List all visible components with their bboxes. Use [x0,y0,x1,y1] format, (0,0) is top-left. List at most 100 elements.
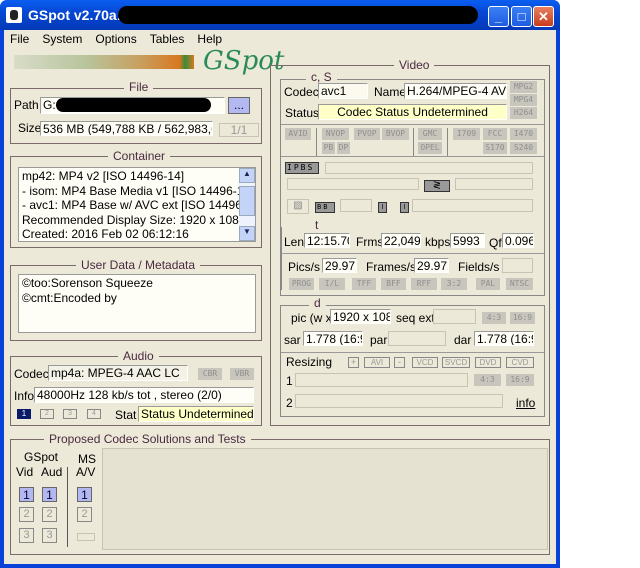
dar-field: 1.778 (16:9) [474,331,534,346]
il-flag: I/L [319,278,345,290]
resize-row-2-field [295,394,503,408]
bff-flag: BFF [381,278,406,290]
menu-system[interactable]: System [42,32,82,46]
resize-cvd-button[interactable]: CVD [506,357,534,368]
mpg4-flag: MPG4 [510,94,537,106]
gspot-label: GSpot [24,450,59,464]
container-info-list[interactable]: mp42: MP4 v2 [ISO 14496-14] - isom: MP4 … [18,167,256,242]
window-title: GSpot v2.70a: [28,7,122,23]
bvop-flag: BVOP [382,128,409,140]
av-label: A/V [76,465,96,479]
pal-flag: PAL [476,278,500,290]
image-icon[interactable]: ▨ [287,199,309,214]
userdata-group-label: User Data / Metadata [76,258,201,272]
title-bar[interactable]: GSpot v2.70a: _ □ ✕ [0,0,560,30]
menu-options[interactable]: Options [95,32,136,46]
audio-stream-2[interactable]: 2 [40,409,54,419]
frames-label: Frames/s [366,260,417,274]
list-item: - avc1: MP4 Base w/ AVC ext [ISO 14496-1… [22,198,256,212]
scrollbar[interactable]: ▲ ▼ [239,168,255,241]
gmc-flag: GMC [418,128,442,140]
maximize-button[interactable]: □ [511,6,532,27]
avid-flag: AVID [285,128,311,140]
video-codec-field: avc1 [318,83,368,99]
gspot-aud-2-button[interactable]: 2 [42,507,57,522]
prog-flag: PROG [289,278,314,290]
kbps-label: kbps [425,235,451,249]
s170-flag: S170 [483,142,507,154]
info-link[interactable]: info [516,396,535,410]
audio-codec-field: mp4a: MPEG-4 AAC LC [48,365,188,381]
vbr-flag: VBR [230,368,254,380]
split-icon: ≷ [424,180,450,192]
gspot-vid-2-button[interactable]: 2 [19,507,34,522]
name-label: Name [374,85,407,99]
gspot-vid-3-button[interactable]: 3 [19,528,34,543]
menu-tables[interactable]: Tables [150,32,185,46]
kbps-field: 5993 [450,233,485,248]
list-item: mp42: MP4 v2 [ISO 14496-14] [22,169,185,183]
ar-16-9-flag: 16:9 [510,312,535,324]
resize-4-3-flag: 4:3 [474,374,501,386]
page-indicator: 1/1 [219,123,259,137]
dar-label: dar [454,333,472,347]
scroll-up-icon[interactable]: ▲ [239,168,255,183]
audio-group-label: Audio [118,349,159,363]
path-field[interactable]: G: [40,97,225,114]
divider [447,128,448,156]
resize-svcd-button[interactable]: SVCD [442,357,470,368]
resize-avi-button[interactable]: AVI [364,357,390,368]
list-item: - isom: MP4 Base Media v1 [ISO 14496-12:… [22,183,256,198]
gspot-vid-1-button[interactable]: 1 [19,487,34,502]
frms-field: 22,049 [381,233,421,248]
proposed-results-area [102,448,548,550]
video-status-field: Codec Status Undetermined [318,104,507,120]
resize-plus-button[interactable]: + [348,357,359,368]
list-item: Recommended Display Size: 1920 x 1080 [22,212,246,227]
video-name-field: H.264/MPEG-4 AVC [404,83,507,99]
bb-field [340,199,372,212]
resize-row-1-field [295,373,468,387]
ntsc-flag: NTSC [506,278,533,290]
i709-flag: I709 [453,128,480,140]
app-icon [6,7,22,23]
gspot-aud-3-button[interactable]: 3 [42,528,57,543]
i-indicator-1: I [378,202,387,213]
pvop-flag: PVOP [354,128,380,140]
gop-field-2 [287,178,419,190]
resize-row-1-label: 1 [286,374,293,388]
ms-av-2-button[interactable]: 2 [77,507,92,522]
audio-stream-1[interactable]: 1 [17,409,31,419]
menu-file[interactable]: File [10,32,29,46]
seq-ext-label: seq ext [396,311,435,325]
audio-info-label: Info [14,389,35,403]
menu-help[interactable]: Help [197,32,222,46]
audio-stream-4[interactable]: 4 [87,409,101,419]
size-label: Size [18,121,42,135]
audio-stream-3[interactable]: 3 [63,409,77,419]
h264-flag: H264 [510,107,537,119]
resize-dvd-button[interactable]: DVD [475,357,501,368]
resize-row-2-label: 2 [286,396,293,410]
userdata-list[interactable]: ©too:Sorenson Squeeze ©cmt:Encoded by [18,274,256,333]
ms-av-1-button[interactable]: 1 [77,487,92,502]
gop-field-3 [455,178,533,190]
container-group-label: Container [108,149,171,163]
gspot-aud-1-button[interactable]: 1 [42,487,57,502]
pic-label: pic (w x [291,311,332,325]
divider [316,128,317,156]
resize-minus-button[interactable]: - [394,357,405,368]
i-field [412,199,533,212]
dp-flag: DP [337,142,350,154]
path-label: Path [14,98,39,112]
progress-color-bar [14,55,194,69]
timing-subgroup [280,227,282,290]
scroll-down-icon[interactable]: ▼ [239,226,255,241]
scroll-thumb[interactable] [239,186,255,216]
minimize-button[interactable]: _ [488,6,509,27]
resize-vcd-button[interactable]: VCD [412,357,438,368]
browse-button[interactable]: ... [228,97,250,114]
par-label: par [370,333,388,347]
close-button[interactable]: ✕ [533,6,554,27]
video-codec-label: Codec [284,85,319,99]
